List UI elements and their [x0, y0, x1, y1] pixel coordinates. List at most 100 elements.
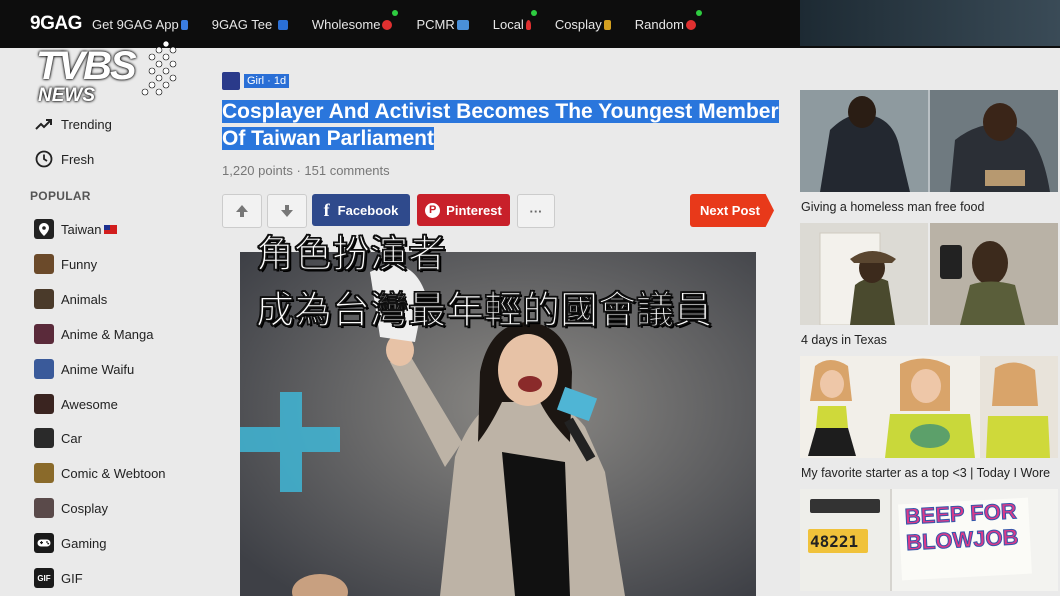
- related-caption-3[interactable]: My favorite starter as a top <3 | Today …: [801, 466, 1050, 480]
- downvote-button[interactable]: [267, 194, 307, 228]
- arrow-up-icon: [236, 205, 248, 217]
- heart-icon: [382, 19, 393, 30]
- popular-heading: POPULAR: [30, 189, 91, 203]
- nav-label: PCMR: [416, 16, 455, 32]
- sidebar-item-gif[interactable]: GIF GIF: [34, 566, 83, 590]
- news-caption-overlay: 角色扮演者 成為台灣最年輕的國會議員: [255, 226, 713, 338]
- post-tag-label: Girl · 1d: [244, 74, 290, 88]
- pinterest-label: Pinterest: [446, 202, 502, 218]
- plate-number: 48221: [810, 532, 859, 551]
- sidebar-item-label: Trending: [61, 116, 112, 132]
- gamepad-icon: [34, 533, 54, 553]
- pinterest-share-button[interactable]: P Pinterest: [417, 194, 510, 226]
- blurred-header-region: [800, 0, 1060, 46]
- funny-icon: [34, 254, 54, 274]
- nav-label: Cosplay: [554, 16, 602, 32]
- sidebar-item-label: Fresh: [61, 151, 95, 167]
- sidebar-item-trending[interactable]: Trending: [34, 112, 112, 136]
- nav-get-app[interactable]: Get 9GAG App: [92, 17, 188, 32]
- upvote-button[interactable]: [222, 194, 262, 228]
- sign-line-2: BLOWJOB: [905, 524, 1020, 556]
- new-dot: [392, 9, 399, 16]
- related-post-thumbnail-4[interactable]: 48221 BEEP FOR BLOWJOB: [800, 489, 1058, 591]
- nav-label: Local: [492, 16, 524, 32]
- arrow-down-icon: [281, 205, 293, 217]
- dice-icon: [685, 19, 696, 30]
- taiwan-flag-icon: [104, 224, 118, 234]
- related-caption-2[interactable]: 4 days in Texas: [801, 333, 887, 347]
- car-icon: [34, 428, 54, 448]
- waifu-icon: [34, 359, 54, 379]
- related-photo-starter: [800, 356, 1058, 458]
- sidebar-item-label: Anime Waifu: [61, 361, 135, 377]
- caption-line-1: 角色扮演者: [255, 231, 447, 277]
- top-nav-links: Get 9GAG App 9GAG Tee Wholesome PCMR Loc…: [92, 0, 720, 48]
- sidebar-item-label: Comic & Webtoon: [61, 465, 166, 481]
- sidebar-item-anime-waifu[interactable]: Anime Waifu: [34, 357, 134, 381]
- sidebar-item-gaming[interactable]: Gaming: [34, 531, 107, 555]
- sidebar-item-label: GIF: [61, 570, 83, 586]
- sidebar-item-cosplay[interactable]: Cosplay: [34, 496, 108, 520]
- related-photo-homeless: [800, 90, 1058, 192]
- related-post-thumbnail-1[interactable]: [800, 90, 1058, 192]
- watermark-dots-icon: [141, 40, 177, 96]
- sidebar-item-funny[interactable]: Funny: [34, 252, 97, 276]
- trending-icon: [34, 114, 54, 134]
- pin-icon: [34, 219, 54, 239]
- sidebar-item-awesome[interactable]: Awesome: [34, 392, 118, 416]
- sidebar-item-label: Animals: [61, 291, 108, 307]
- more-dots-icon: ···: [529, 203, 543, 219]
- sidebar-item-label: Anime & Manga: [61, 326, 154, 342]
- nav-wholesome[interactable]: Wholesome: [312, 9, 399, 32]
- nav-local[interactable]: Local: [492, 9, 537, 32]
- new-dot: [695, 9, 702, 16]
- awesome-icon: [34, 394, 54, 414]
- facebook-label: Facebook: [337, 202, 399, 218]
- nav-tee[interactable]: 9GAG Tee: [212, 17, 288, 32]
- nav-label: Random: [634, 16, 684, 32]
- monitor-icon: [456, 19, 469, 30]
- post-meta: 1,220 points · 151 comments: [222, 163, 390, 178]
- post-title: Cosplayer And Activist Becomes The Young…: [222, 98, 782, 152]
- caption-line-2: 成為台灣最年輕的國會議員: [255, 287, 713, 333]
- next-post-label: Next Post: [700, 203, 760, 218]
- sidebar-item-comic-webtoon[interactable]: Comic & Webtoon: [34, 461, 166, 485]
- comic-icon: [34, 463, 54, 483]
- nav-random[interactable]: Random: [634, 9, 702, 32]
- related-post-thumbnail-3[interactable]: [800, 356, 1058, 458]
- watermark-sub: NEWS: [38, 85, 95, 106]
- next-post-button[interactable]: Next Post: [690, 194, 774, 227]
- nav-label: Get 9GAG App: [92, 16, 179, 32]
- nav-cosplay[interactable]: Cosplay: [555, 17, 611, 32]
- gif-icon: GIF: [34, 568, 54, 588]
- sidebar-item-animals[interactable]: Animals: [34, 287, 107, 311]
- sidebar-item-fresh[interactable]: Fresh: [34, 147, 94, 171]
- sidebar-item-label: Gaming: [61, 535, 107, 551]
- sidebar-item-label: Awesome: [61, 396, 118, 412]
- sidebar-item-label: Car: [61, 430, 82, 446]
- facebook-share-button[interactable]: f Facebook: [312, 194, 410, 226]
- related-photo-texas: [800, 223, 1058, 325]
- section-icon: [222, 72, 240, 90]
- anime-icon: [34, 324, 54, 344]
- post-section-tag[interactable]: Girl · 1d: [222, 72, 290, 90]
- related-post-thumbnail-2[interactable]: [800, 223, 1058, 325]
- more-options-button[interactable]: ···: [517, 194, 555, 228]
- sidebar-item-car[interactable]: Car: [34, 426, 82, 450]
- related-caption-1[interactable]: Giving a homeless man free food: [801, 200, 984, 214]
- new-dot: [530, 9, 537, 16]
- sidebar-item-label: Cosplay: [61, 500, 108, 516]
- sidebar-item-label: Taiwan: [61, 221, 102, 237]
- nav-pcmr[interactable]: PCMR: [416, 16, 469, 32]
- phone-icon: [180, 19, 188, 30]
- clock-icon: [34, 149, 54, 169]
- pinterest-icon: P: [425, 202, 441, 218]
- cosplay-icon: [34, 498, 54, 518]
- sidebar-item-label: Funny: [61, 256, 98, 272]
- 9gag-logo[interactable]: 9GAG: [30, 13, 82, 35]
- pin-icon: [525, 19, 531, 30]
- animals-icon: [34, 289, 54, 309]
- nav-label: 9GAG Tee: [211, 16, 273, 32]
- sidebar-item-taiwan[interactable]: Taiwan: [34, 217, 118, 241]
- sidebar-item-anime-manga[interactable]: Anime & Manga: [34, 322, 154, 346]
